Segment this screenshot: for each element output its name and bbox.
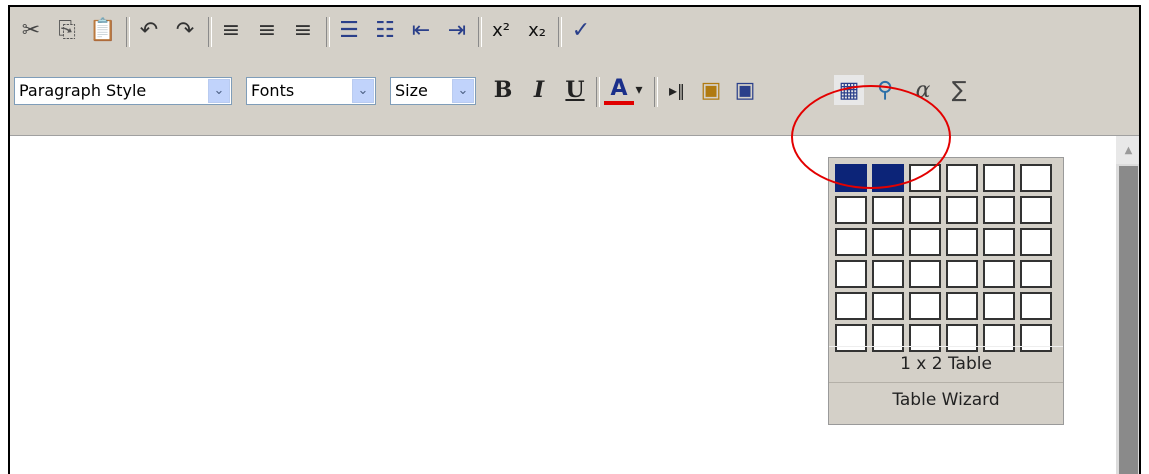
special-character-icon[interactable]: α [908,75,938,105]
table-grid-cell[interactable] [983,228,1015,256]
font-color-dropdown-icon[interactable]: ▾ [630,75,648,105]
cut-icon[interactable]: ✂ [16,15,46,45]
table-grid-cell[interactable] [835,196,867,224]
underline-button[interactable]: U [560,75,590,105]
redo-icon[interactable]: ↷ [170,15,200,45]
outdent-icon[interactable]: ⇤ [406,15,436,45]
table-size-grid [835,164,1052,352]
table-grid-cell[interactable] [872,196,904,224]
table-grid-cell[interactable] [835,292,867,320]
table-grid-cell[interactable] [1020,228,1052,256]
paste-icon[interactable]: 📋 [88,15,118,45]
italic-button[interactable]: I [524,75,554,105]
table-grid-cell[interactable] [1020,164,1052,192]
table-grid-cell[interactable] [983,292,1015,320]
table-grid-cell[interactable] [983,196,1015,224]
table-grid-cell[interactable] [1020,196,1052,224]
insert-image-icon[interactable]: ▣ [696,75,726,105]
separator [126,17,130,47]
table-wizard-button[interactable]: Table Wizard [829,382,1063,417]
indent-icon[interactable]: ⇥ [442,15,472,45]
insert-link-icon[interactable]: ⚲ [870,75,900,105]
table-grid-cell[interactable] [872,228,904,256]
insert-table-icon[interactable]: ▦ [834,75,864,105]
table-size-label: 1 x 2 Table [829,346,1063,381]
scroll-up-arrow-icon[interactable]: ▲ [1116,136,1139,164]
bulleted-list-icon[interactable]: ☷ [370,15,400,45]
separator [326,17,330,47]
table-grid-cell[interactable] [983,164,1015,192]
editor-toolbar: ✂ ⎘ 📋 ↶ ↷ ≡ ≡ ≡ ☰ ☷ ⇤ ⇥ x² x₂ ✓ Paragrap… [10,7,1139,136]
align-center-icon[interactable]: ≡ [252,15,282,45]
insert-table-popup: 1 x 2 Table Table Wizard [828,157,1064,425]
numbered-list-icon[interactable]: ☰ [334,15,364,45]
table-grid-cell[interactable] [872,260,904,288]
table-grid-cell[interactable] [909,292,941,320]
paragraph-style-select[interactable]: Paragraph Style ⌄ [14,77,232,105]
separator [478,17,482,47]
separator [596,77,600,107]
vertical-scrollbar[interactable]: ▲ [1116,136,1139,474]
size-value: Size [395,81,428,100]
chevron-down-icon[interactable]: ⌄ [452,79,474,103]
editor-window: ✂ ⎘ 📋 ↶ ↷ ≡ ≡ ≡ ☰ ☷ ⇤ ⇥ x² x₂ ✓ Paragrap… [8,5,1141,474]
insert-picture-icon[interactable]: ▣ [730,75,760,105]
chevron-down-icon[interactable]: ⌄ [208,79,230,103]
copy-icon[interactable]: ⎘ [52,15,82,45]
table-grid-cell[interactable] [835,260,867,288]
bold-button[interactable]: B [488,75,518,105]
table-grid-cell[interactable] [1020,292,1052,320]
align-left-icon[interactable]: ≡ [216,15,246,45]
subscript-icon[interactable]: x₂ [522,15,552,45]
media-icon[interactable]: ▸‖ [662,75,692,105]
separator [208,17,212,47]
size-select[interactable]: Size ⌄ [390,77,476,105]
separator [558,17,562,47]
table-grid-cell[interactable] [946,292,978,320]
table-grid-cell[interactable] [946,228,978,256]
table-grid-cell[interactable] [909,228,941,256]
separator [654,77,658,107]
table-grid-cell[interactable] [946,260,978,288]
table-grid-cell[interactable] [983,260,1015,288]
font-select[interactable]: Fonts ⌄ [246,77,376,105]
scroll-thumb[interactable] [1119,166,1138,474]
paragraph-style-value: Paragraph Style [19,81,147,100]
table-grid-cell[interactable] [835,228,867,256]
table-grid-cell[interactable] [909,164,941,192]
table-grid-cell[interactable] [1020,260,1052,288]
table-grid-cell[interactable] [872,164,904,192]
chevron-down-icon[interactable]: ⌄ [352,79,374,103]
table-grid-cell[interactable] [909,260,941,288]
table-grid-cell[interactable] [872,292,904,320]
spellcheck-icon[interactable]: ✓ [566,15,596,45]
table-grid-cell[interactable] [909,196,941,224]
equation-icon[interactable]: ∑ [944,75,974,105]
font-value: Fonts [251,81,295,100]
table-grid-cell[interactable] [835,164,867,192]
undo-icon[interactable]: ↶ [134,15,164,45]
align-right-icon[interactable]: ≡ [288,15,318,45]
superscript-icon[interactable]: x² [486,15,516,45]
table-grid-cell[interactable] [946,164,978,192]
table-grid-cell[interactable] [946,196,978,224]
